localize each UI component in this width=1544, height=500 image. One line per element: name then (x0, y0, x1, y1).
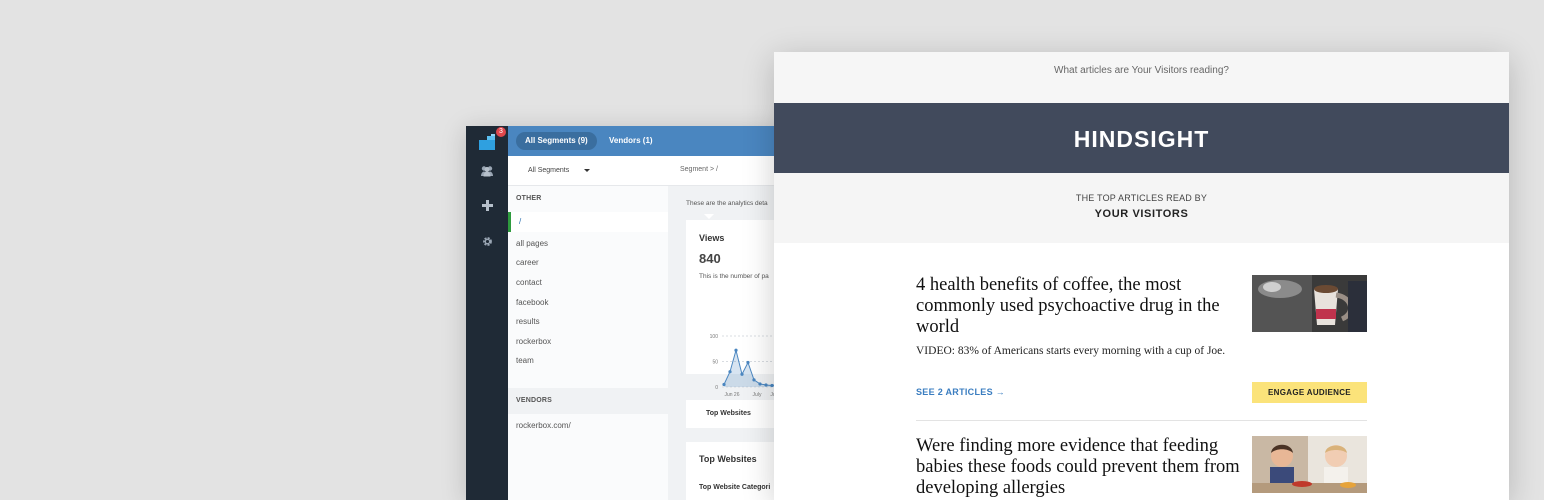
x-tick-label: Jun 26 (724, 392, 739, 398)
top-website-categories-title: Top Website Categori (699, 484, 771, 491)
views-value: 840 (699, 251, 721, 266)
y-tick-label: 0 (715, 385, 718, 391)
views-point[interactable] (728, 370, 732, 374)
article-divider (916, 420, 1367, 421)
top-websites-card: Top Websites Top Website Categori (686, 442, 786, 500)
views-point[interactable] (746, 360, 750, 365)
gear-icon[interactable] (477, 233, 497, 253)
views-point[interactable] (734, 348, 738, 352)
views-card: Views 840 This is the number of pa 100 50… (686, 220, 786, 398)
segment-item-active[interactable]: / (508, 212, 668, 232)
segment-item-rockerbox[interactable]: rockerbox (516, 337, 551, 346)
coffee-thumbnail[interactable] (1252, 275, 1367, 332)
babies-thumbnail[interactable] (1252, 436, 1367, 493)
segment-item-all-pages[interactable]: all pages (516, 239, 548, 248)
tab-pointer (704, 214, 714, 219)
vendors-heading: VENDORS (516, 397, 553, 404)
filter-bar: All Segments Segment > / (508, 156, 786, 186)
breadcrumb: Segment > / (680, 166, 718, 173)
left-rail: 3 (466, 126, 508, 500)
segment-item-facebook[interactable]: facebook (516, 298, 548, 307)
hindsight-email-window: What articles are Your Visitors reading?… (774, 52, 1509, 500)
y-tick-label: 100 (710, 334, 719, 340)
plus-icon[interactable] (477, 197, 497, 217)
segment-item-results[interactable]: results (516, 317, 540, 326)
subhead-line-1: THE TOP ARTICLES READ BY (1075, 193, 1208, 203)
engage-audience-button[interactable]: ENGAGE AUDIENCE (1252, 382, 1367, 403)
analytics-dashboard-window: 3 All Segments (9) Vendors (1) All Segme… (466, 126, 786, 500)
brand-logo: HINDSIGHT (774, 103, 1509, 173)
segment-tabs-bar: All Segments (9) Vendors (1) (508, 126, 786, 156)
segment-select[interactable]: All Segments (528, 167, 569, 174)
analytics-main: These are the analytics deta Views 840 T… (668, 186, 786, 500)
see-articles-link[interactable]: SEE 2 ARTICLES → (916, 387, 1005, 397)
analytics-description: These are the analytics deta (686, 200, 768, 207)
tab-vendors[interactable]: Vendors (1) (600, 132, 662, 150)
top-websites-title: Top Websites (699, 454, 757, 464)
users-icon[interactable] (477, 162, 497, 182)
article-card: 4 health benefits of coffee, the most co… (916, 275, 1367, 405)
segment-item-label: / (519, 217, 522, 226)
preheader-text: What articles are Your Visitors reading? (774, 52, 1509, 103)
segment-item-contact[interactable]: contact (516, 278, 542, 287)
article-card: Were finding more evidence that feeding … (916, 436, 1367, 500)
segment-item-team[interactable]: team (516, 356, 534, 365)
segment-item-career[interactable]: career (516, 258, 539, 267)
segment-list: OTHER / all pages career contact faceboo… (508, 186, 668, 500)
chevron-down-icon[interactable] (584, 169, 590, 172)
top-websites-tabstrip: Top Websites (686, 400, 786, 428)
views-point[interactable] (752, 378, 756, 382)
rockerbox-logo-icon[interactable] (479, 134, 495, 150)
views-point[interactable] (758, 382, 762, 386)
views-point[interactable] (764, 383, 768, 387)
views-chart: 100500Jun 26 July Ju (710, 334, 786, 398)
views-point[interactable] (740, 372, 744, 376)
y-tick-label: 50 (712, 360, 718, 366)
other-heading: OTHER (516, 195, 542, 202)
notification-badge: 3 (496, 127, 506, 137)
views-point[interactable] (722, 382, 726, 387)
x-tick-label: July (753, 392, 762, 398)
subhead-line-2: YOUR VISITORS (1094, 208, 1189, 220)
article-subtitle: VIDEO: 83% of Americans starts every mor… (916, 345, 1226, 357)
article-title[interactable]: 4 health benefits of coffee, the most co… (916, 275, 1246, 338)
tab-all-segments[interactable]: All Segments (9) (516, 132, 597, 150)
subhead: THE TOP ARTICLES READ BY YOUR VISITORS (774, 173, 1509, 243)
views-description: This is the number of pa (699, 273, 769, 280)
views-title: Views (699, 233, 725, 243)
article-title[interactable]: Were finding more evidence that feeding … (916, 436, 1246, 499)
tab-top-websites[interactable]: Top Websites (706, 410, 751, 417)
vendor-item-rockerbox[interactable]: rockerbox.com/ (516, 421, 571, 430)
